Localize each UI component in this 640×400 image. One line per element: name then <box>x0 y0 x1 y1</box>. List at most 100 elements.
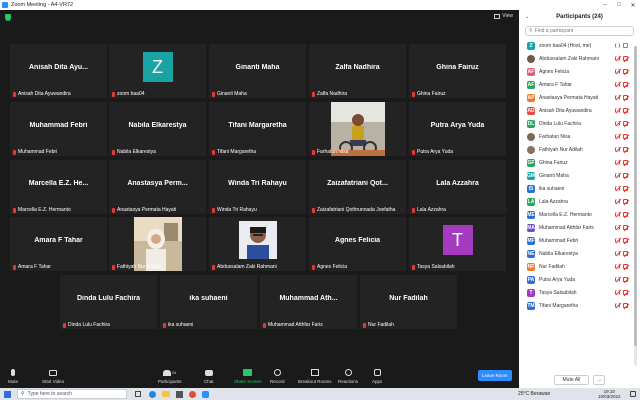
camera-off-icon[interactable] <box>623 121 628 126</box>
security-shield-icon[interactable] <box>5 14 11 21</box>
participant-row[interactable]: Farhatun Nisa <box>519 130 640 143</box>
camera-off-icon[interactable] <box>623 251 628 256</box>
participant-tile[interactable]: Putra Arya Yuda Putra Arya Yuda <box>409 102 506 156</box>
apps-button[interactable]: Apps <box>372 368 382 384</box>
participant-tile[interactable]: T Tasya Salsabilah <box>409 217 506 271</box>
mic-muted-icon[interactable] <box>615 199 620 204</box>
participant-tile[interactable]: Ginanti Maha Ginanti Maha <box>209 44 306 98</box>
participant-tile[interactable]: Nur Fadilah Nur Fadilah <box>360 275 457 329</box>
participant-tile[interactable]: Fathiyah Nur Adilah <box>109 217 206 271</box>
task-view-icon[interactable] <box>135 391 141 397</box>
participant-tile[interactable]: Zaizafatriani Qot... Zaizafatriani Qothru… <box>309 160 406 214</box>
participant-row[interactable]: TM Tifani Margaretha <box>519 299 640 312</box>
breakout-button[interactable]: Breakout Rooms <box>298 368 332 384</box>
mic-muted-icon[interactable] <box>615 186 620 191</box>
participant-tile[interactable]: Farhatun Nisa <box>309 102 406 156</box>
participant-row[interactable]: IS ika suhaeni <box>519 182 640 195</box>
mic-muted-icon[interactable] <box>615 134 620 139</box>
mic-muted-icon[interactable] <box>615 82 620 87</box>
participant-row[interactable]: AP Anastasya Permata Hayati <box>519 91 640 104</box>
participants-button[interactable]: 24 Participants <box>158 368 182 384</box>
reactions-button[interactable]: Reactions <box>338 368 358 384</box>
record-button[interactable]: Record <box>270 368 285 384</box>
participant-row[interactable]: GF Ghina Fairuz <box>519 156 640 169</box>
participant-tile[interactable]: Muhammad Ath... Muhammad Atthfar Faris <box>260 275 357 329</box>
taskbar-search-input[interactable]: ⚲ Type here to search <box>17 389 127 399</box>
mic-muted-icon[interactable] <box>615 173 620 178</box>
mic-muted-icon[interactable] <box>615 121 620 126</box>
participant-tile[interactable]: Muhammad Febri Muhammad Febri <box>10 102 107 156</box>
camera-off-icon[interactable] <box>623 290 628 295</box>
camera-off-icon[interactable] <box>623 173 628 178</box>
camera-off-icon[interactable] <box>623 95 628 100</box>
zoom-taskbar-icon[interactable] <box>202 390 209 398</box>
participant-tile[interactable]: Anisah Dita Ayu... Anisah Dita Ayuwandira <box>10 44 107 98</box>
participant-tile[interactable]: Tifani Margaretha Tifani Margaretha <box>209 102 306 156</box>
start-video-button[interactable]: Start Video <box>42 368 64 384</box>
camera-off-icon[interactable] <box>623 225 628 230</box>
share-screen-button[interactable]: Share Screen <box>234 368 262 384</box>
mic-muted-icon[interactable] <box>615 56 620 61</box>
camera-off-icon[interactable] <box>623 199 628 204</box>
participant-row[interactable]: Fathiyah Nur Adilah <box>519 143 640 156</box>
participant-row[interactable]: MA Muhammad Atthfar Faris <box>519 221 640 234</box>
file-explorer-icon[interactable] <box>162 391 170 397</box>
participant-tile[interactable]: Agnes Felicia Agnes Felicia <box>309 217 406 271</box>
participant-row[interactable]: NE Nabila Elkarestya <box>519 247 640 260</box>
participant-tile[interactable]: Abdussalam Zaki Rahmani <box>209 217 306 271</box>
camera-off-icon[interactable] <box>623 264 628 269</box>
mute-all-button[interactable]: Mute All <box>553 375 590 385</box>
participant-row[interactable]: NF Nur Fadilah <box>519 260 640 273</box>
mic-muted-icon[interactable] <box>615 290 620 295</box>
participant-tile[interactable]: Nabila Elkarestya Nabila Elkarestya <box>109 102 206 156</box>
participant-row[interactable]: AF Agnes Felicia <box>519 65 640 78</box>
windows-start-icon[interactable] <box>4 390 11 398</box>
camera-off-icon[interactable] <box>623 134 628 139</box>
mic-muted-icon[interactable] <box>615 147 620 152</box>
camera-off-icon[interactable] <box>623 212 628 217</box>
camera-off-icon[interactable] <box>623 56 628 61</box>
participant-row[interactable]: AD Anisah Dita Ayuwandira <box>519 104 640 117</box>
view-button[interactable]: View <box>494 13 513 19</box>
camera-off-icon[interactable] <box>623 160 628 165</box>
minimize-button[interactable]: – <box>598 0 612 10</box>
mic-muted-icon[interactable] <box>615 277 620 282</box>
mic-muted-icon[interactable] <box>615 69 620 74</box>
mic-muted-icon[interactable] <box>615 238 620 243</box>
edge-icon[interactable] <box>149 390 156 398</box>
notification-icon[interactable] <box>630 391 636 397</box>
participant-tile[interactable]: Amara F Tahar Amara F Tahar <box>10 217 107 271</box>
camera-off-icon[interactable] <box>623 303 628 308</box>
participant-tile[interactable]: Anastasya Perm... Anastasya Permata Hayat… <box>109 160 206 214</box>
participant-tile[interactable]: Dinda Lulu Fachira Dinda Lulu Fachira <box>60 275 157 329</box>
participant-tile[interactable]: Marcella E.Z. He... Marcella E.Z. Hermant… <box>10 160 107 214</box>
store-icon[interactable] <box>176 390 183 398</box>
participant-tile[interactable]: Ghina Fairuz Ghina Fairuz <box>409 44 506 98</box>
participant-tile[interactable]: Lala Azzahra Lala Azzahra <box>409 160 506 214</box>
participant-row[interactable]: DL Dinda Lulu Fachira <box>519 117 640 130</box>
camera-off-icon[interactable] <box>623 186 628 191</box>
leave-room-button[interactable]: Leave Room <box>478 370 512 381</box>
close-button[interactable]: ✕ <box>626 0 640 10</box>
mic-muted-icon[interactable] <box>615 251 620 256</box>
participant-row[interactable]: PA Putra Arya Yuda <box>519 273 640 286</box>
mic-muted-icon[interactable] <box>615 95 620 100</box>
participant-row[interactable]: LA Lala Azzahra <box>519 195 640 208</box>
chat-button[interactable]: Chat <box>204 368 214 384</box>
mic-muted-icon[interactable] <box>615 225 620 230</box>
camera-icon[interactable] <box>623 43 628 48</box>
mic-muted-icon[interactable] <box>615 212 620 217</box>
participant-row[interactable]: T Tasya Salsabilah <box>519 286 640 299</box>
mic-muted-icon[interactable] <box>615 160 620 165</box>
maximize-button[interactable]: □ <box>612 0 626 10</box>
participant-row[interactable]: Abdussalam Zaki Rahmani <box>519 52 640 65</box>
mic-muted-icon[interactable] <box>615 264 620 269</box>
participant-tile[interactable]: Zzoom baa04 <box>109 44 206 98</box>
participant-row[interactable]: MF Muhammad Febri <box>519 234 640 247</box>
participant-row[interactable]: GM Ginanti Maha <box>519 169 640 182</box>
participant-scrollbar[interactable] <box>634 46 637 366</box>
chrome-icon[interactable] <box>189 390 196 398</box>
mic-muted-icon[interactable] <box>615 303 620 308</box>
mic-muted-icon[interactable] <box>615 108 620 113</box>
participant-tile[interactable]: ika suhaeni ika suhaeni <box>160 275 257 329</box>
